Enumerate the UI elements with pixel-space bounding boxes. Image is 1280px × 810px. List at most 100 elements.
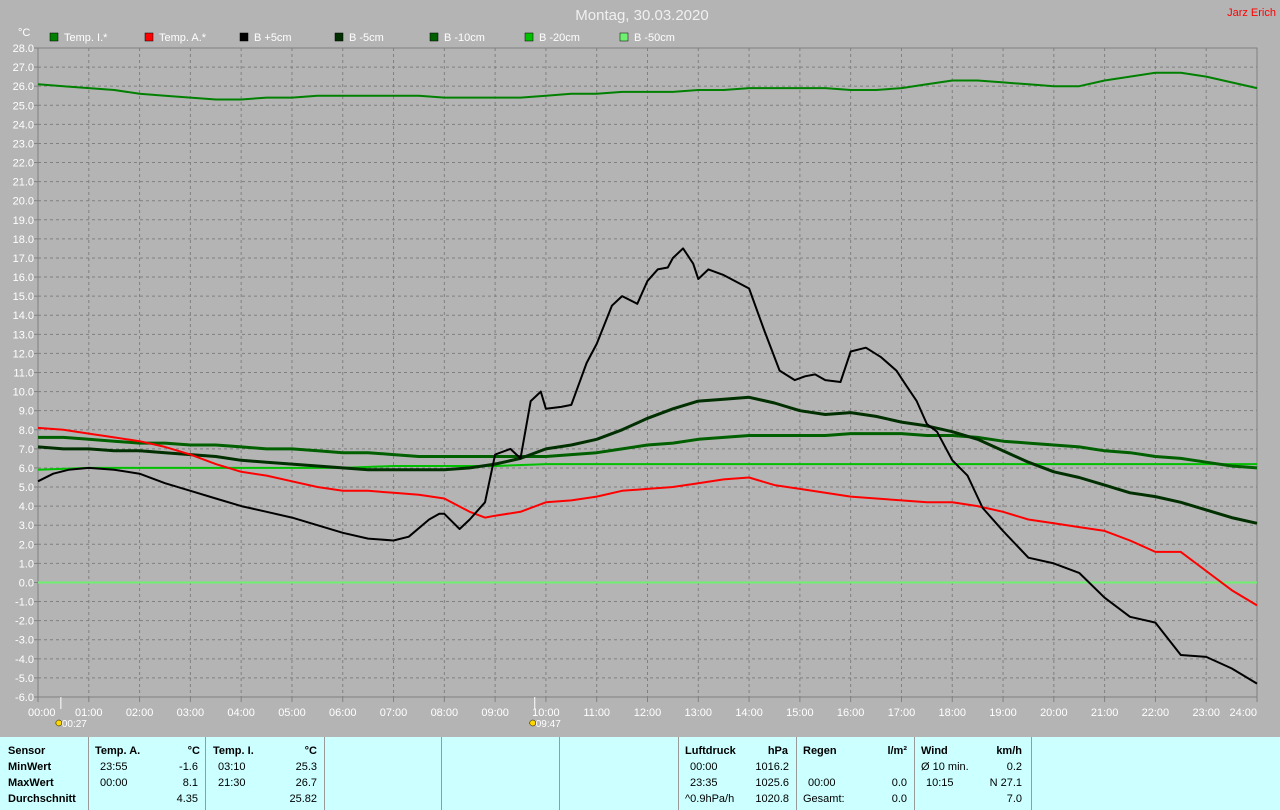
y-tick-label: 7.0 (19, 444, 34, 456)
y-tick-label: 20.0 (13, 196, 34, 208)
row-label-avg: Durchschnitt (8, 793, 76, 805)
x-tick-label: 17:00 (888, 707, 916, 719)
y-tick-label: 10.0 (13, 387, 34, 399)
x-tick-label: 10:00 (532, 707, 560, 719)
x-tick-label: 16:00 (837, 707, 865, 719)
x-tick-label: 11:00 (583, 707, 610, 719)
y-tick-label: -1.0 (15, 597, 34, 609)
statistics-panel: Sensor MinWert MaxWert Durchschnitt Temp… (0, 737, 1280, 810)
y-tick-label: 28.0 (13, 43, 34, 55)
temp-a-min-time: 23:55 (100, 761, 128, 773)
x-tick-label: 18:00 (938, 707, 966, 719)
x-tick-label: 07:00 (380, 707, 408, 719)
legend-swatch (524, 32, 534, 42)
divider (88, 737, 89, 810)
x-tick-label: 15:00 (786, 707, 814, 719)
x-tick-label: 01:00 (75, 707, 103, 719)
y-tick-label: 2.0 (19, 539, 34, 551)
y-tick-label: -3.0 (15, 635, 34, 647)
y-axis-tick-labels: 28.0 27.0 26.0 25.0 24.0 23.0 22.0 21.0 20.0 19.0… (13, 43, 34, 704)
x-tick-label: 00:00 (28, 707, 56, 719)
temp-a-average: 4.35 (176, 793, 198, 805)
divider (559, 737, 560, 810)
x-tick-label: 14:00 (735, 707, 763, 719)
wind-avg-label: Ø 10 min. (921, 761, 969, 773)
y-tick-label: 3.0 (19, 520, 34, 532)
pressure-average: 1020.8 (755, 793, 789, 805)
y-tick-label: 26.0 (13, 81, 34, 93)
temp-i-header: Temp. I. (213, 745, 254, 757)
x-tick-label: 03:00 (177, 707, 205, 719)
temperature-chart: Montag, 30.03.2020 Jarz Erich °C Temp. I… (0, 0, 1280, 737)
y-tick-label: 16.0 (13, 272, 34, 284)
pressure-trend: ^0.9hPa/h (685, 793, 735, 805)
pressure-min-time: 00:00 (690, 761, 718, 773)
divider (914, 737, 915, 810)
pressure-header: Luftdruck (685, 745, 736, 757)
y-tick-label: 27.0 (13, 62, 34, 74)
row-label-min: MinWert (8, 761, 52, 773)
temp-i-min-value: 25.3 (295, 761, 317, 773)
divider (324, 737, 325, 810)
legend-label: B -10cm (444, 32, 485, 44)
wind-avg-value: 0.2 (1006, 761, 1022, 773)
temp-i-unit: °C (304, 745, 317, 757)
y-tick-label: 22.0 (13, 158, 34, 170)
legend-swatch (144, 32, 154, 42)
x-tick-label: 20:00 (1040, 707, 1068, 719)
y-tick-label: 25.0 (13, 100, 34, 112)
marker-time-label: 09:47 (536, 719, 561, 730)
x-tick-label: 19:00 (989, 707, 1017, 719)
x-tick-label: 24:00 (1229, 707, 1257, 719)
y-tick-label: 19.0 (13, 215, 34, 227)
y-tick-label: 6.0 (19, 463, 34, 475)
rain-total-label: Gesamt: (803, 793, 845, 805)
divider (796, 737, 797, 810)
x-tick-label: 04:00 (227, 707, 255, 719)
x-tick-label: 02:00 (126, 707, 154, 719)
wind-max-value: N 27.1 (989, 777, 1022, 789)
y-tick-label: 8.0 (19, 425, 34, 437)
pressure-max-value: 1025.6 (755, 777, 789, 789)
legend-swatch (429, 32, 439, 42)
pressure-max-time: 23:35 (690, 777, 718, 789)
y-tick-label: 15.0 (13, 291, 34, 303)
y-tick-label: -6.0 (15, 692, 34, 704)
legend-swatch (49, 32, 59, 42)
chart-title: Montag, 30.03.2020 (575, 7, 708, 24)
temp-i-average: 25.82 (289, 793, 317, 805)
temp-i-max-value: 26.7 (295, 777, 317, 789)
marker-time-label: 00:27 (62, 719, 87, 730)
temp-a-max-value: 8.1 (182, 777, 198, 789)
rain-max-time: 00:00 (808, 777, 836, 789)
wind-last-value: 7.0 (1006, 793, 1022, 805)
legend-label: B +5cm (254, 32, 292, 44)
y-tick-label: 14.0 (13, 310, 34, 322)
author-label: Jarz Erich (1227, 7, 1276, 19)
y-tick-label: -4.0 (15, 654, 34, 666)
x-tick-label: 23:00 (1192, 707, 1220, 719)
y-tick-label: 5.0 (19, 482, 34, 494)
y-tick-label: 23.0 (13, 138, 34, 150)
wind-unit: km/h (996, 745, 1022, 757)
x-tick-label: 08:00 (431, 707, 459, 719)
y-tick-label: 9.0 (19, 406, 34, 418)
y-tick-label: 11.0 (13, 368, 34, 380)
temp-a-max-time: 00:00 (100, 777, 128, 789)
legend-label: Temp. I.* (64, 32, 108, 44)
legend-label: Temp. A.* (159, 32, 207, 44)
legend-swatch (619, 32, 629, 42)
y-tick-label: 21.0 (13, 177, 34, 189)
y-tick-label: 4.0 (19, 501, 34, 513)
x-tick-label: 06:00 (329, 707, 357, 719)
temp-a-min-value: -1.6 (179, 761, 198, 773)
x-tick-label: 05:00 (278, 707, 306, 719)
legend-swatch (239, 32, 249, 42)
y-tick-label: 0.0 (19, 577, 34, 589)
y-tick-label: 24.0 (13, 119, 34, 131)
legend-label: B -5cm (349, 32, 384, 44)
sensor-header: Sensor (8, 745, 46, 757)
y-tick-label: 18.0 (13, 234, 34, 246)
wind-header: Wind (921, 745, 948, 757)
pressure-unit: hPa (767, 745, 788, 757)
